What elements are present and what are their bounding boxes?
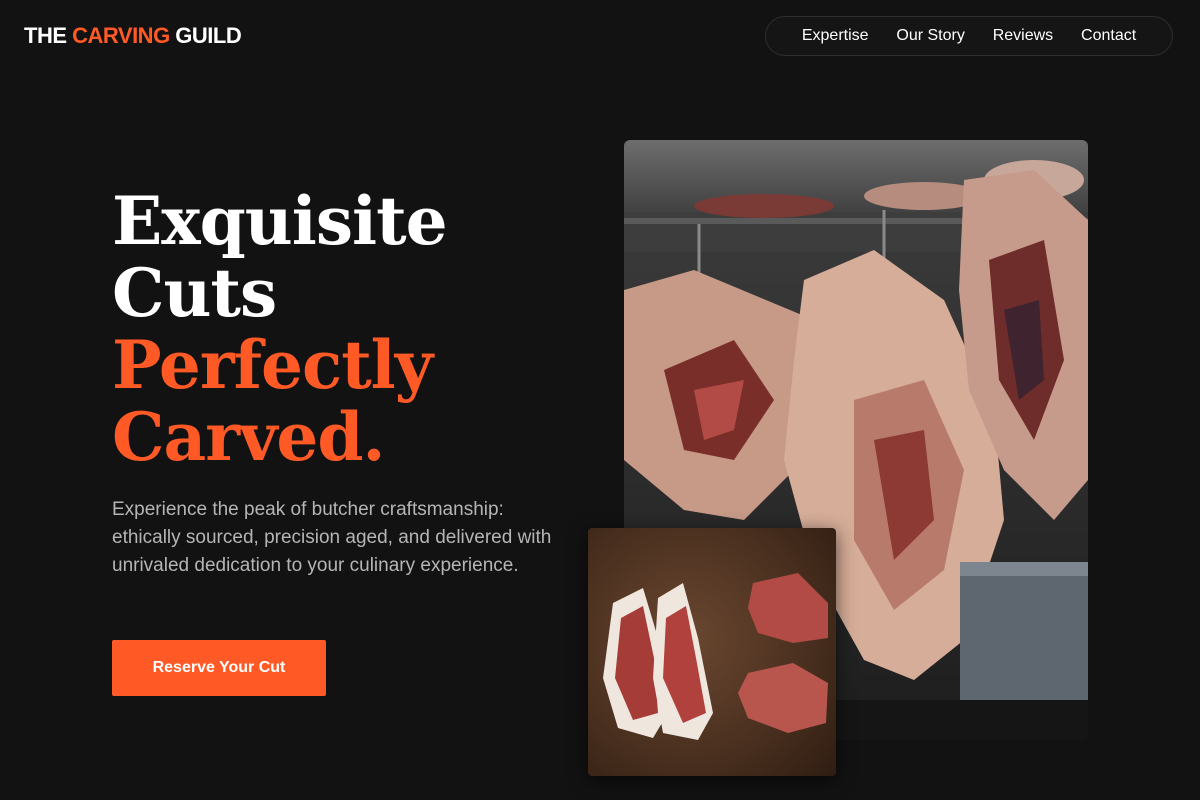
nav-item-reviews[interactable]: Reviews	[993, 27, 1053, 45]
logo[interactable]: THE CARVING GUILD	[24, 23, 242, 49]
steaks-board-photo	[588, 528, 836, 776]
logo-text-guild: GUILD	[169, 23, 242, 48]
headline-line-1: Exquisite	[112, 182, 448, 260]
nav-item-our-story[interactable]: Our Story	[896, 27, 964, 45]
headline-line-3: Perfectly	[112, 326, 433, 404]
main-nav: Expertise Our Story Reviews Contact	[765, 16, 1173, 56]
headline-line-2: Cuts	[112, 254, 277, 332]
nav-item-expertise[interactable]: Expertise	[802, 27, 869, 45]
logo-text-carving: CARVING	[72, 23, 170, 48]
reserve-cut-button[interactable]: Reserve Your Cut	[112, 640, 326, 696]
nav-item-contact[interactable]: Contact	[1081, 27, 1136, 45]
hero-subtext: Experience the peak of butcher craftsman…	[112, 499, 552, 576]
logo-text-the: THE	[24, 23, 73, 48]
hero-headline: Exquisite Cuts Perfectly Carved.	[112, 185, 552, 473]
headline-line-4: Carved.	[112, 398, 386, 476]
steaks-on-board-icon	[603, 573, 828, 740]
